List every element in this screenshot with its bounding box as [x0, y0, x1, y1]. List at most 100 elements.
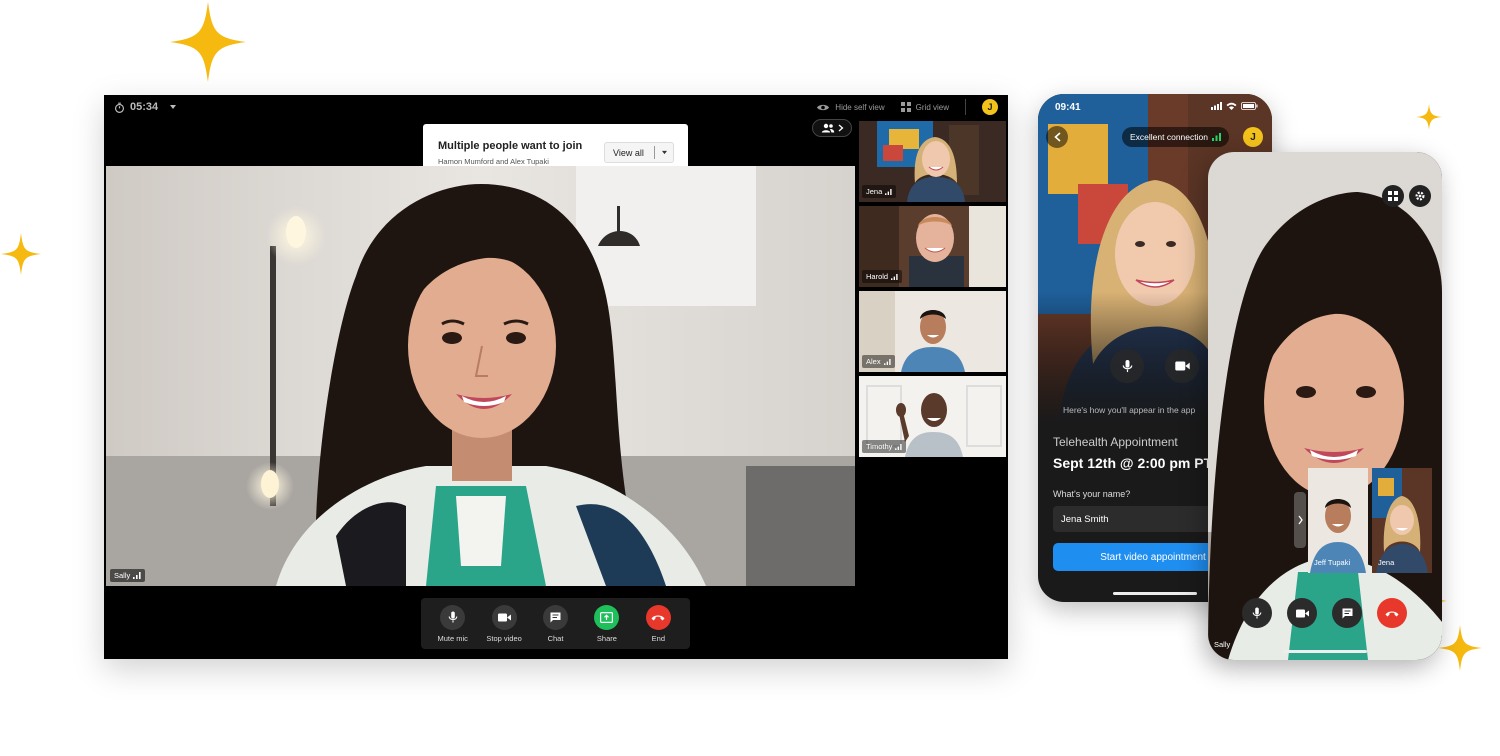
call-timer[interactable]: 05:34 [114, 101, 177, 113]
appointment-type: Telehealth Appointment [1053, 435, 1178, 449]
home-indicator [1283, 650, 1367, 653]
people-icon [821, 123, 834, 133]
video-toggle-button[interactable] [1165, 349, 1199, 383]
participant-name: Harold [866, 272, 889, 281]
stopwatch-icon [114, 102, 125, 113]
participant-video [1208, 152, 1442, 660]
grid-icon [1388, 191, 1398, 201]
share-button[interactable]: Share [581, 604, 632, 643]
sparkle-icon [1, 233, 41, 275]
participant-thumbnail[interactable]: Jena [859, 121, 1006, 202]
participant-strip-tile[interactable]: Jena [1372, 468, 1432, 573]
video-button-circle [491, 604, 517, 630]
signal-strength-icon [1211, 133, 1221, 141]
cellular-signal-icon [1211, 102, 1222, 110]
sparkle-icon [170, 2, 246, 82]
participant-name: Alex [866, 357, 881, 366]
participant-name-tag: Sally [110, 569, 146, 582]
participants-button[interactable] [812, 119, 852, 137]
sparkle-icon [1438, 625, 1482, 671]
marketing-stage: 05:34 Hide self view Grid view J Multipl… [0, 0, 1500, 756]
participant-thumbnail[interactable]: Harold [859, 206, 1006, 287]
chat-button-circle [543, 604, 569, 630]
participant-name-tag: Jena [1374, 556, 1398, 569]
mic-icon [1252, 607, 1262, 619]
mic-icon [1122, 359, 1132, 373]
user-avatar[interactable]: J [1243, 127, 1263, 147]
participant-thumbnail[interactable]: Timothy [859, 376, 1006, 457]
share-label: Share [596, 633, 617, 643]
share-screen-icon [600, 611, 614, 623]
chat-button[interactable] [1332, 598, 1362, 628]
chat-label: Chat [547, 633, 564, 643]
end-call-button[interactable] [1377, 598, 1407, 628]
user-avatar[interactable]: J [982, 99, 998, 115]
participant-name-tag: Timothy [862, 440, 907, 453]
grid-view-button[interactable]: Grid view [900, 102, 949, 112]
participant-name: Sally [114, 571, 131, 580]
grid-view-label: Grid view [915, 102, 949, 112]
hide-self-view-button[interactable]: Hide self view [816, 102, 885, 112]
participant-thumbnail[interactable]: Alex [859, 291, 1006, 372]
connection-quality-badge: Excellent connection [1122, 127, 1229, 147]
chevron-right-icon [1297, 515, 1303, 525]
mute-mic-button[interactable]: Mute mic [427, 604, 478, 643]
settings-button[interactable] [1409, 185, 1431, 207]
timer-text: 05:34 [130, 101, 159, 113]
end-call-button[interactable]: End [633, 604, 684, 643]
end-call-icon [651, 615, 665, 620]
eye-icon [817, 104, 830, 110]
hide-self-view-label: Hide self view [835, 102, 885, 112]
stop-video-label: Stop video [486, 633, 522, 643]
chevron-down-icon [170, 105, 177, 109]
chat-button[interactable]: Chat [530, 604, 581, 643]
home-indicator [1113, 592, 1197, 595]
call-controls-bar: Mute mic Stop video Chat Share End [421, 598, 690, 649]
sparkle-icon [1416, 104, 1442, 130]
join-notice-subtitle: Hamon Mumford and Alex Tupaki [438, 157, 549, 166]
share-button-circle [594, 604, 620, 630]
strip-expand-handle[interactable] [1294, 492, 1306, 548]
join-notice-title: Multiple people want to join [438, 140, 583, 152]
mute-mic-label: Mute mic [437, 633, 468, 643]
end-call-icon [1385, 611, 1399, 616]
chevron-down-icon [661, 150, 667, 155]
chevron-right-icon [838, 124, 843, 132]
gear-icon [1415, 191, 1425, 201]
participant-name: Sally [1214, 640, 1231, 649]
connection-label: Excellent connection [1130, 132, 1208, 142]
stop-video-button[interactable] [1287, 598, 1317, 628]
mic-button-circle [440, 604, 466, 630]
signal-icon [895, 443, 902, 450]
end-button-circle [645, 604, 671, 630]
signal-icon [133, 572, 141, 579]
participant-video [106, 166, 855, 586]
view-all-button[interactable]: View all [604, 142, 674, 163]
participant-name: Jeff Tupaki [1314, 558, 1351, 567]
phone-in-call: Jeff Tupaki Jena Sally [1208, 152, 1442, 660]
desktop-call-window: 05:34 Hide self view Grid view J Multipl… [104, 95, 1008, 659]
video-icon [1174, 361, 1190, 371]
participant-strip-tile[interactable]: Jeff Tupaki [1308, 468, 1368, 573]
mic-toggle-button[interactable] [1110, 349, 1144, 383]
mute-mic-button[interactable] [1242, 598, 1272, 628]
view-all-label: View all [613, 147, 644, 158]
participant-name: Jena [1378, 558, 1395, 567]
view-all-dropdown[interactable] [655, 150, 673, 155]
chevron-left-icon [1053, 132, 1061, 142]
chat-icon [1342, 608, 1352, 618]
mic-icon [448, 611, 458, 623]
main-video-tile: Sally [106, 166, 855, 586]
signal-icon [883, 358, 891, 365]
end-label: End [651, 633, 665, 643]
stop-video-button[interactable]: Stop video [478, 604, 529, 643]
wifi-icon [1226, 102, 1237, 110]
participant-name-tag: Harold [862, 270, 903, 283]
signal-icon [891, 273, 898, 280]
top-toolbar: Hide self view Grid view J [816, 99, 998, 115]
appointment-time: Sept 12th @ 2:00 pm PT [1053, 455, 1213, 471]
self-preview-note: Here's how you'll appear in the app [1063, 405, 1196, 415]
grid-view-button[interactable] [1382, 185, 1404, 207]
back-button[interactable] [1046, 126, 1068, 148]
participant-name-tag: Jeff Tupaki [1310, 556, 1354, 569]
